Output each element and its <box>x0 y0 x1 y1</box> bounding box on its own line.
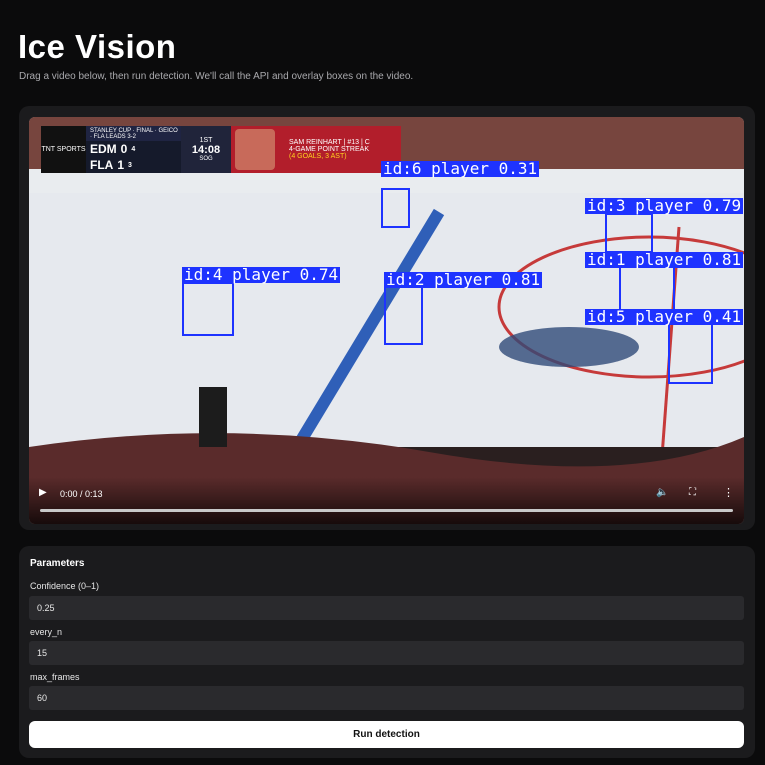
game-clock: 1ST 14:08 SOG <box>181 126 231 173</box>
parameters-title: Parameters <box>30 558 85 569</box>
run-detection-button[interactable]: Run detection <box>29 721 744 748</box>
detection-label: id:2 player 0.81 <box>384 270 543 289</box>
team-scores: STANLEY CUP · FINAL · GEICO · FLA LEADS … <box>86 126 181 173</box>
scorebug: TNT SPORTS STANLEY CUP · FINAL · GEICO ·… <box>41 126 401 173</box>
detection-label: id:1 player 0.81 <box>585 250 744 269</box>
detection-box <box>381 188 410 228</box>
detection-box <box>605 213 653 253</box>
clock: 14:08 <box>191 144 221 156</box>
detection-label: id:6 player 0.31 <box>381 159 540 178</box>
volume-icon[interactable]: 🔈 <box>656 487 668 498</box>
fullscreen-icon[interactable]: ⛶ <box>689 487 696 498</box>
team2-name: FLA <box>90 158 114 172</box>
team2-sog: 3 <box>128 161 132 169</box>
video-card: TNT SPORTS STANLEY CUP · FINAL · GEICO ·… <box>19 106 755 530</box>
page-subtitle: Drag a video below, then run detection. … <box>19 71 414 82</box>
progress-bar[interactable] <box>40 509 733 512</box>
team1-score: 0 <box>120 142 128 156</box>
network-name: TNT SPORTS <box>41 146 86 153</box>
team1-sog: 4 <box>131 145 136 153</box>
detection-label: id:5 player 0.41 <box>585 307 744 326</box>
sog-label: SOG <box>199 156 213 162</box>
series-head: STANLEY CUP · FINAL · GEICO · FLA LEADS … <box>86 126 181 141</box>
detection-label: id:3 player 0.79 <box>585 196 744 215</box>
every-n-input[interactable] <box>29 641 744 665</box>
more-options-icon[interactable]: ⋮ <box>723 486 734 499</box>
streak-line: 4-GAME POINT STREAK <box>289 146 369 153</box>
team1-row: EDM 0 4 <box>86 141 181 157</box>
detection-box <box>182 282 234 336</box>
network-logo: TNT SPORTS <box>41 126 86 173</box>
team2-score: 1 <box>117 158 125 172</box>
team2-row: FLA 1 3 <box>86 157 181 173</box>
play-icon[interactable]: ▶ <box>39 487 51 499</box>
page-title: Ice Vision <box>18 28 177 65</box>
team1-name: EDM <box>90 142 117 156</box>
detection-label: id:4 player 0.74 <box>182 265 341 284</box>
confidence-label: Confidence (0–1) <box>30 581 100 591</box>
video-controls: ▶ 0:00 / 0:13 🔈 ⛶ ⋮ <box>29 477 744 524</box>
max-frames-input[interactable] <box>29 686 744 710</box>
parameters-card: Parameters Confidence (0–1) every_n max_… <box>19 546 755 758</box>
max-frames-label: max_frames <box>30 672 80 682</box>
video-player[interactable]: TNT SPORTS STANLEY CUP · FINAL · GEICO ·… <box>29 117 744 524</box>
player-line: SAM REINHART | #13 | C <box>289 139 370 146</box>
player-avatar <box>235 129 275 170</box>
period: 1ST <box>199 137 213 144</box>
time-display: 0:00 / 0:13 <box>60 489 103 499</box>
detection-box <box>384 286 423 345</box>
every-n-label: every_n <box>30 627 63 637</box>
player-stat-banner: SAM REINHART | #13 | C 4-GAME POINT STRE… <box>231 126 401 173</box>
confidence-input[interactable] <box>29 596 744 620</box>
detection-box <box>668 323 713 384</box>
